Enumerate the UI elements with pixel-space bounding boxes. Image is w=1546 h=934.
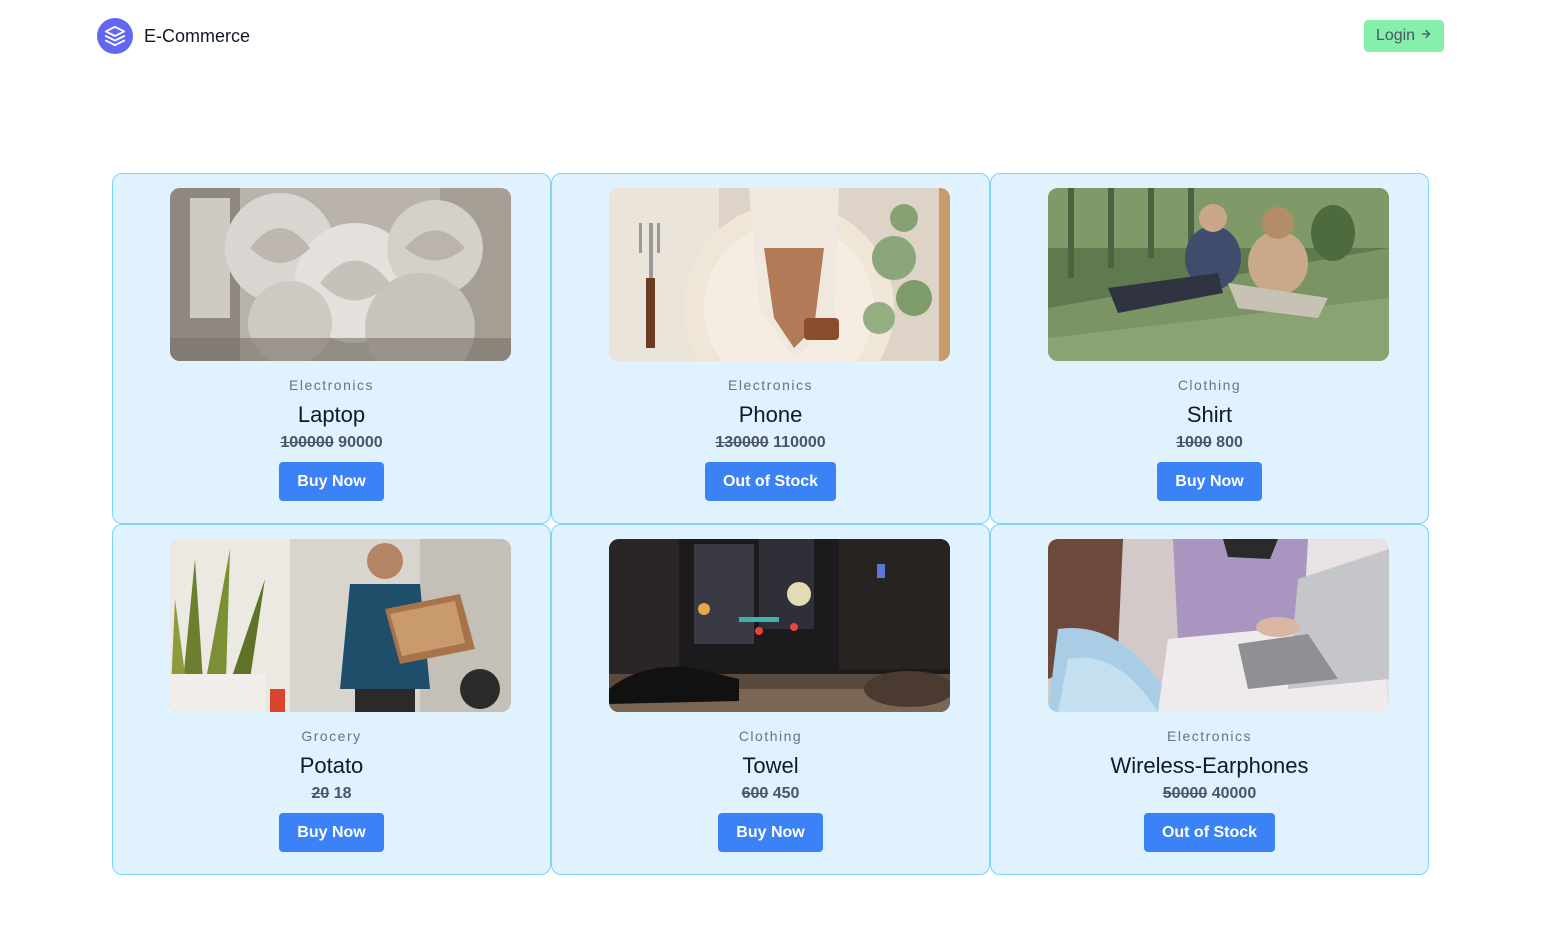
login-button[interactable]: Login <box>1364 20 1444 52</box>
layers-icon <box>97 18 133 54</box>
out-of-stock-button[interactable]: Out of Stock <box>1143 813 1276 852</box>
product-image[interactable] <box>1048 188 1389 361</box>
product-category: Clothing <box>1177 377 1242 393</box>
product-name: Laptop <box>297 402 366 427</box>
product-name: Towel <box>742 753 799 778</box>
product-image[interactable] <box>609 539 950 712</box>
product-category: Electronics <box>289 377 374 393</box>
buy-now-button[interactable]: Buy Now <box>279 813 384 852</box>
original-price: 50000 <box>1162 785 1208 802</box>
out-of-stock-button[interactable]: Out of Stock <box>704 462 837 501</box>
product-name: Wireless-Earphones <box>1110 753 1309 778</box>
buy-now-button[interactable]: Buy Now <box>279 462 384 501</box>
product-name: Shirt <box>1186 402 1233 427</box>
original-price: 130000 <box>715 434 769 451</box>
product-image[interactable] <box>170 188 511 361</box>
product-price: 50000 40000 <box>991 785 1428 803</box>
product-price: 1000 800 <box>991 434 1428 452</box>
product-name: Phone <box>738 402 803 427</box>
header: E-Commerce Login <box>0 0 1546 72</box>
login-label: Login <box>1375 27 1416 44</box>
product-price: 600 450 <box>552 785 989 803</box>
product-price: 100000 90000 <box>113 434 550 452</box>
product-image[interactable] <box>1048 539 1389 712</box>
sale-price: 800 <box>1216 434 1243 451</box>
product-category: Clothing <box>738 728 803 744</box>
product-image[interactable] <box>170 539 511 712</box>
original-price: 600 <box>741 785 769 802</box>
product-image[interactable] <box>609 188 950 361</box>
sale-price: 450 <box>772 785 800 802</box>
product-card: Electronics Phone 130000 110000 Out of S… <box>551 173 990 524</box>
product-card: Clothing Shirt 1000 800 Buy Now <box>990 173 1429 524</box>
original-price: 20 <box>311 785 330 802</box>
buy-now-button[interactable]: Buy Now <box>1157 462 1262 501</box>
product-name: Potato <box>299 753 364 778</box>
product-card: Grocery Potato 20 18 Buy Now <box>112 524 551 875</box>
sale-price: 18 <box>333 785 352 802</box>
sale-price: 40000 <box>1211 785 1257 802</box>
brand-link[interactable]: E-Commerce <box>97 18 250 54</box>
product-category: Grocery <box>301 728 362 744</box>
product-price: 130000 110000 <box>552 434 989 452</box>
product-category: Electronics <box>1167 728 1252 744</box>
product-grid: Electronics Laptop 100000 90000 Buy Now <box>112 173 1429 875</box>
sale-price: 110000 <box>773 434 826 451</box>
sale-price: 90000 <box>338 434 383 451</box>
arrow-right-icon <box>1420 27 1432 45</box>
original-price: 1000 <box>1176 434 1212 451</box>
product-price: 20 18 <box>113 785 550 803</box>
brand-name: E-Commerce <box>144 25 251 46</box>
original-price: 100000 <box>280 434 334 451</box>
buy-now-button[interactable]: Buy Now <box>718 813 823 852</box>
product-card: Electronics Wireless-Earphones 50000 400… <box>990 524 1429 875</box>
product-card: Electronics Laptop 100000 90000 Buy Now <box>112 173 551 524</box>
product-category: Electronics <box>728 377 813 393</box>
product-card: Clothing Towel 600 450 Buy Now <box>551 524 990 875</box>
